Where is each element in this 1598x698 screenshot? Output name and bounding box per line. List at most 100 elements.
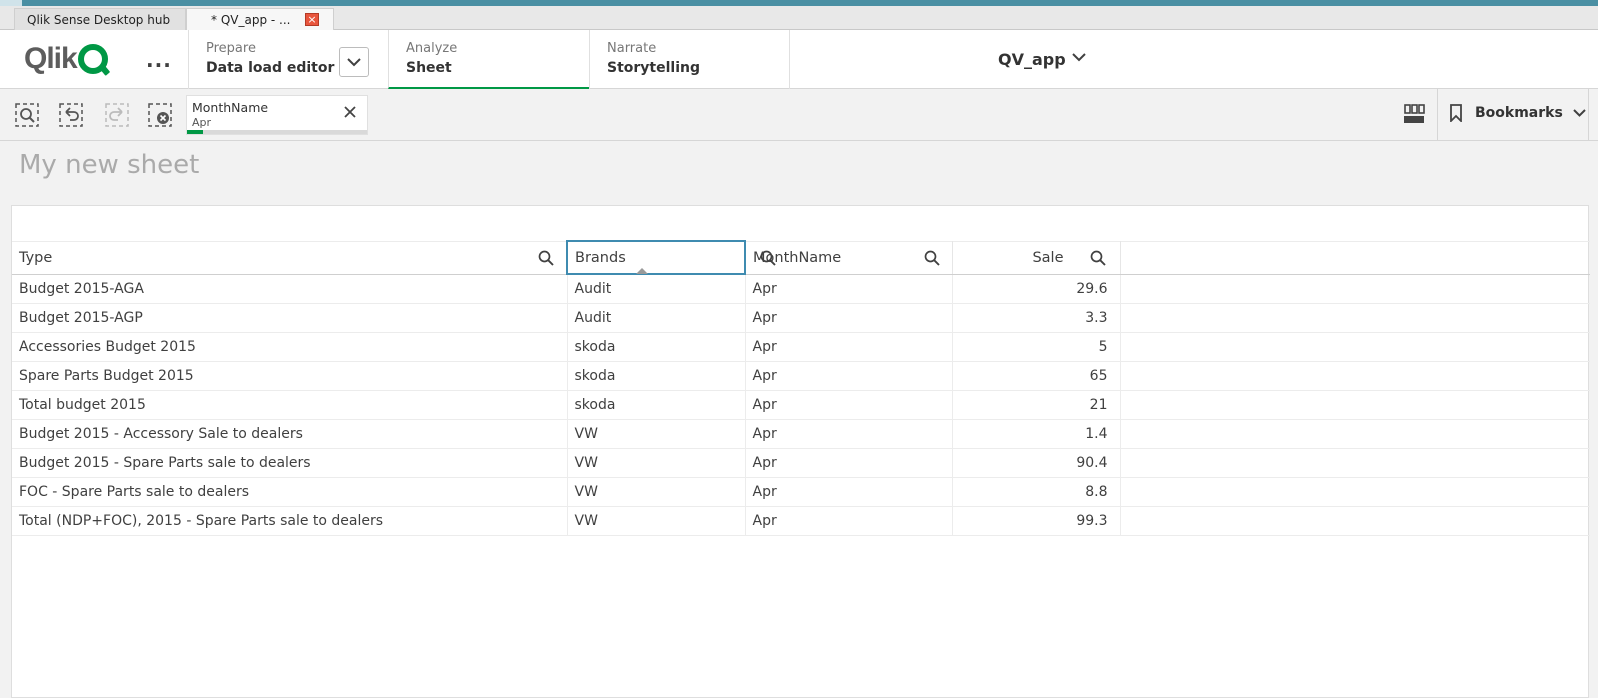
- nav-prepare-section: Prepare: [206, 41, 256, 56]
- cell-type[interactable]: Budget 2015-AGP: [12, 303, 568, 333]
- search-icon[interactable]: [1090, 250, 1106, 266]
- table-row[interactable]: Total budget 2015 skoda Apr 21: [12, 390, 1590, 420]
- cell-sale: 3.3: [952, 303, 1121, 333]
- nav-analyze[interactable]: Analyze Sheet: [388, 30, 589, 89]
- cell-filler: [1120, 332, 1590, 362]
- selection-progress-fill: [187, 130, 204, 134]
- column-header-label: Type: [19, 249, 53, 266]
- prepare-dropdown-button[interactable]: [339, 47, 369, 77]
- cell-type[interactable]: Total (NDP+FOC), 2015 - Spare Parts sale…: [12, 506, 568, 536]
- nav-analyze-page: Sheet: [406, 60, 452, 76]
- tab-qlik-hub[interactable]: Qlik Sense Desktop hub: [14, 8, 186, 30]
- table-row[interactable]: Accessories Budget 2015 skoda Apr 5: [12, 332, 1590, 362]
- column-header-filler: [1120, 240, 1590, 275]
- cell-sale: 8.8: [952, 477, 1121, 507]
- smart-search-icon[interactable]: [14, 102, 40, 128]
- sheets-grid-icon[interactable]: [1401, 101, 1427, 127]
- selection-progress-bar: [187, 130, 367, 134]
- chevron-down-icon: [1072, 53, 1086, 62]
- table-row[interactable]: Budget 2015-AGP Audit Apr 3.3: [12, 303, 1590, 333]
- cell-filler: [1120, 390, 1590, 420]
- cell-type[interactable]: Spare Parts Budget 2015: [12, 361, 568, 391]
- clear-all-icon[interactable]: [147, 102, 173, 128]
- sheet-title[interactable]: My new sheet: [19, 150, 199, 180]
- step-back-icon[interactable]: [58, 102, 84, 128]
- cell-type[interactable]: Budget 2015-AGA: [12, 274, 568, 304]
- cell-brands[interactable]: VW: [567, 477, 746, 507]
- cell-brands[interactable]: skoda: [567, 361, 746, 391]
- cell-monthname[interactable]: Apr: [745, 419, 953, 449]
- cell-sale: 21: [952, 390, 1121, 420]
- table-row[interactable]: Budget 2015 - Spare Parts sale to dealer…: [12, 448, 1590, 478]
- cell-monthname[interactable]: Apr: [745, 477, 953, 507]
- cell-brands[interactable]: VW: [567, 448, 746, 478]
- cell-monthname[interactable]: Apr: [745, 448, 953, 478]
- nav-analyze-section: Analyze: [406, 41, 458, 56]
- column-header-label: Brands: [575, 249, 626, 266]
- cell-monthname[interactable]: Apr: [745, 361, 953, 391]
- column-header-brands[interactable]: Brands: [566, 240, 776, 275]
- cell-sale: 29.6: [952, 274, 1121, 304]
- chevron-down-icon: [1573, 109, 1586, 117]
- selection-chip[interactable]: MonthName Apr: [186, 95, 368, 135]
- qlik-logo[interactable]: Qlik: [24, 42, 108, 76]
- table-object[interactable]: Type Brands MonthName Sale Budget 2015-A…: [11, 205, 1590, 698]
- cell-sale: 5: [952, 332, 1121, 362]
- step-forward-icon[interactable]: [104, 102, 130, 128]
- column-header-label: Sale: [1032, 249, 1064, 266]
- cell-filler: [1120, 274, 1590, 304]
- cell-filler: [1120, 419, 1590, 449]
- table-row[interactable]: FOC - Spare Parts sale to dealers VW Apr…: [12, 477, 1590, 507]
- column-header-sale[interactable]: Sale: [952, 240, 1121, 275]
- cell-brands[interactable]: VW: [567, 419, 746, 449]
- toolbar-divider: [1437, 89, 1438, 141]
- app-name: QV_app: [998, 50, 1066, 69]
- cell-monthname[interactable]: Apr: [745, 274, 953, 304]
- cell-type[interactable]: Accessories Budget 2015: [12, 332, 568, 362]
- cell-type[interactable]: Budget 2015 - Spare Parts sale to dealer…: [12, 448, 568, 478]
- table-row[interactable]: Spare Parts Budget 2015 skoda Apr 65: [12, 361, 1590, 391]
- logo-q-mark: [77, 44, 108, 74]
- app-header: Qlik ... Prepare Data load editor Analyz…: [0, 30, 1598, 89]
- close-icon[interactable]: [343, 105, 357, 119]
- nav-narrate[interactable]: Narrate Storytelling: [589, 30, 789, 89]
- search-icon[interactable]: [538, 250, 554, 266]
- cell-brands[interactable]: VW: [567, 506, 746, 536]
- app-name-selector[interactable]: QV_app: [789, 30, 1598, 89]
- cell-sale: 90.4: [952, 448, 1121, 478]
- table-row[interactable]: Total (NDP+FOC), 2015 - Spare Parts sale…: [12, 506, 1590, 536]
- table-row[interactable]: Budget 2015-AGA Audit Apr 29.6: [12, 274, 1590, 304]
- cell-brands[interactable]: Audit: [567, 303, 746, 333]
- cell-monthname[interactable]: Apr: [745, 506, 953, 536]
- tab-label: * QV_app - ...: [211, 12, 291, 27]
- cell-sale: 1.4: [952, 419, 1121, 449]
- cell-monthname[interactable]: Apr: [745, 390, 953, 420]
- column-header-type[interactable]: Type: [12, 240, 568, 275]
- more-menu-button[interactable]: ...: [146, 48, 172, 72]
- cell-type[interactable]: FOC - Spare Parts sale to dealers: [12, 477, 568, 507]
- cell-sale: 99.3: [952, 506, 1121, 536]
- cell-brands[interactable]: Audit: [567, 274, 746, 304]
- bookmarks-button[interactable]: Bookmarks: [1449, 104, 1586, 122]
- column-header-label: MonthName: [753, 249, 842, 266]
- cell-monthname[interactable]: Apr: [745, 303, 953, 333]
- nav-prepare[interactable]: Prepare Data load editor: [188, 30, 388, 89]
- cell-type[interactable]: Total budget 2015: [12, 390, 568, 420]
- cell-brands[interactable]: skoda: [567, 332, 746, 362]
- nav-prepare-page: Data load editor: [206, 60, 335, 76]
- cell-sale: 65: [952, 361, 1121, 391]
- cell-brands[interactable]: skoda: [567, 390, 746, 420]
- cell-type[interactable]: Budget 2015 - Accessory Sale to dealers: [12, 419, 568, 449]
- cell-filler: [1120, 448, 1590, 478]
- table-row[interactable]: Budget 2015 - Accessory Sale to dealers …: [12, 419, 1590, 449]
- tab-label: Qlik Sense Desktop hub: [27, 12, 171, 27]
- selection-toolbar: MonthName Apr Bookmarks: [0, 89, 1598, 141]
- tab-qv-app[interactable]: * QV_app - ... ×: [186, 8, 334, 30]
- close-tab-button[interactable]: ×: [305, 13, 319, 26]
- cell-filler: [1120, 506, 1590, 536]
- cell-monthname[interactable]: Apr: [745, 332, 953, 362]
- data-table: Type Brands MonthName Sale Budget 2015-A…: [12, 240, 1590, 536]
- search-icon[interactable]: [924, 250, 940, 266]
- column-header-monthname[interactable]: MonthName: [745, 240, 953, 275]
- cell-filler: [1120, 477, 1590, 507]
